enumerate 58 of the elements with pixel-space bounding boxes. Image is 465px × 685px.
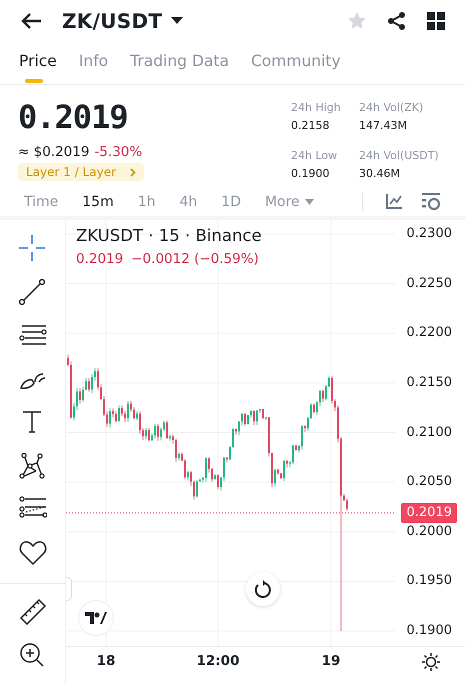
tab[interactable]: Trading Data: [125, 52, 234, 84]
heart-icon[interactable]: [18, 540, 46, 566]
chart-type-icon[interactable]: [385, 193, 403, 210]
chart-title: ZKUSDT · 15 · Binance: [76, 225, 262, 247]
grid-icon[interactable]: [427, 12, 445, 30]
pattern-icon[interactable]: [18, 452, 46, 480]
price-axis-label: 0.2000: [406, 522, 452, 541]
interval-tab[interactable]: Time: [12, 194, 70, 210]
caret-icon: [171, 17, 184, 26]
pair-selector[interactable]: ZK/USDT: [62, 9, 184, 34]
settings-icon[interactable]: [421, 192, 441, 210]
price-axis-label: 0.2100: [406, 424, 452, 442]
logo-icon: [85, 612, 107, 624]
stat-label: 24h Vol(ZK): [359, 100, 424, 116]
stat-value: 0.2158: [291, 118, 330, 134]
price-axis-label: 0.1950: [406, 572, 452, 590]
zoom-in-icon[interactable]: [18, 642, 46, 668]
price-axis-label: 0.2200: [406, 324, 452, 342]
caret-icon: [304, 198, 314, 204]
category-tag[interactable]: Layer 1 / Layer: [18, 163, 144, 182]
time-axis-label: 18: [96, 653, 116, 669]
price-change: -5.30%: [94, 144, 142, 160]
quote-price: 0.2019: [76, 250, 124, 269]
crosshair-icon[interactable]: [18, 235, 46, 262]
star-icon[interactable]: [347, 11, 367, 32]
interval-tab[interactable]: 15m: [70, 194, 126, 210]
share-icon[interactable]: [387, 11, 407, 32]
stat-label: 24h Vol(USDT): [359, 148, 440, 164]
interval-tab[interactable]: 4h: [168, 194, 210, 210]
price-axis-label: 0.2300: [406, 225, 452, 243]
chevron-icon: [130, 168, 136, 177]
trend-line-icon[interactable]: [18, 278, 46, 306]
reset-icon: [254, 580, 272, 598]
price-axis-label: 0.2250: [406, 274, 452, 293]
stat-value: 30.46M: [359, 166, 401, 182]
interval-tab[interactable]: 1D: [209, 194, 253, 210]
price-axis-label: 0.2150: [406, 374, 452, 392]
time-axis-label: 19: [320, 653, 342, 669]
stat-value: 147.43M: [359, 118, 408, 134]
last-price: 0.2019: [18, 97, 129, 138]
tab[interactable]: Info: [74, 52, 114, 84]
price-axis-label: 0.2050: [406, 473, 452, 492]
stat-label: 24h Low: [291, 148, 338, 164]
ruler-icon[interactable]: [18, 598, 46, 625]
price-tag: 0.2019: [400, 502, 457, 523]
tab[interactable]: Price: [14, 52, 62, 84]
reset-button[interactable]: [246, 572, 280, 606]
interval-tab[interactable]: More: [252, 194, 326, 210]
stat-value: 0.1900: [291, 166, 330, 182]
price-axis-label: 0.1900: [406, 622, 452, 640]
sun-icon[interactable]: [421, 652, 441, 672]
interval-tab[interactable]: 1h: [126, 194, 168, 210]
back-arrow-icon[interactable]: [20, 12, 42, 30]
usd-price: ≈ $0.2019: [18, 144, 90, 160]
quote-change: −0.0012 (−0.59%): [131, 250, 259, 269]
time-axis-label: 12:00: [196, 653, 240, 669]
stat-label: 24h High: [291, 100, 342, 116]
tab[interactable]: Community: [246, 52, 346, 84]
